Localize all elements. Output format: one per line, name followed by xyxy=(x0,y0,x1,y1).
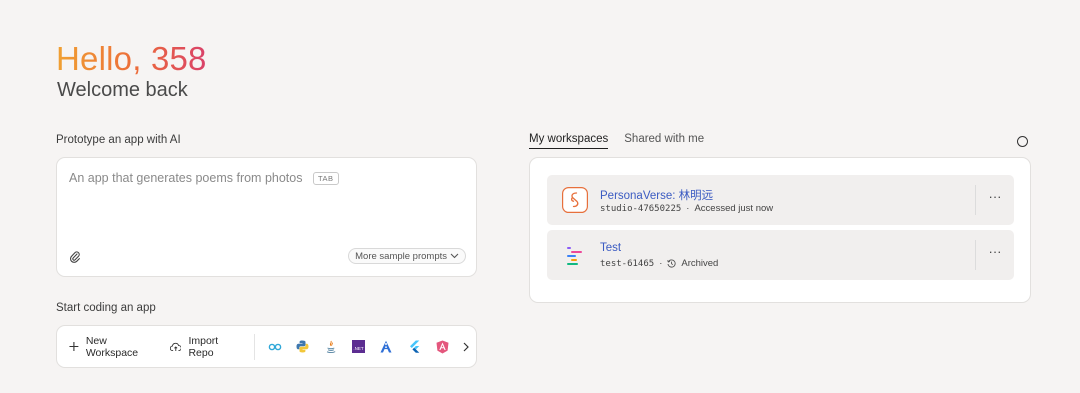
plus-icon xyxy=(69,342,79,351)
more-options-button[interactable]: ··· xyxy=(983,190,1007,210)
prompt-placeholder[interactable]: An app that generates poems from photos xyxy=(69,171,302,185)
import-repo-label: Import Repo xyxy=(188,334,219,359)
toolbar-divider xyxy=(253,333,255,360)
paperclip-icon[interactable] xyxy=(69,250,81,264)
chevron-down-icon xyxy=(450,253,459,259)
meta-separator: · xyxy=(659,258,663,269)
row-divider xyxy=(975,185,976,215)
workspace-meta: test-61465 · Archived xyxy=(600,258,718,269)
chevron-right-icon[interactable] xyxy=(456,332,476,362)
history-icon xyxy=(667,259,676,268)
new-workspace-label: New Workspace xyxy=(85,334,139,359)
angular-icon[interactable] xyxy=(428,332,456,362)
workspaces-panel: PersonaVerse: 林明远 studio-47650225 · Acce… xyxy=(529,157,1031,303)
tab-my-workspaces[interactable]: My workspaces xyxy=(529,133,609,149)
tab-hint-badge: TAB xyxy=(313,172,339,185)
row-divider xyxy=(975,240,976,270)
more-sample-prompts-label: More sample prompts xyxy=(355,250,447,262)
cloud-upload-icon xyxy=(169,342,182,351)
go-icon[interactable] xyxy=(261,332,289,362)
new-workspace-button[interactable]: New Workspace xyxy=(61,332,162,362)
persona-icon xyxy=(562,187,588,213)
welcome-subtitle: Welcome back xyxy=(57,79,188,101)
workspace-status: Accessed just now xyxy=(694,203,774,214)
workspace-id: test-61465 xyxy=(600,258,655,269)
tab-shared-with-me[interactable]: Shared with me xyxy=(624,133,704,149)
prompt-input-box[interactable]: An app that generates poems from photos … xyxy=(56,157,477,277)
import-repo-button[interactable]: Import Repo xyxy=(162,332,248,362)
workspace-row[interactable]: PersonaVerse: 林明远 studio-47650225 · Acce… xyxy=(547,175,1014,225)
flutter-icon[interactable] xyxy=(400,332,428,362)
workspace-meta: studio-47650225 · Accessed just now xyxy=(600,203,773,214)
python-icon[interactable] xyxy=(289,332,317,362)
circle-icon[interactable] xyxy=(1017,136,1028,147)
workspace-row[interactable]: Test test-61465 · Archived ··· xyxy=(547,230,1014,280)
workspace-name[interactable]: PersonaVerse: 林明远 xyxy=(600,187,713,203)
coding-toolbar: New Workspace Import Repo .NET xyxy=(56,325,477,368)
project-icon xyxy=(567,247,582,265)
java-icon[interactable] xyxy=(317,332,345,362)
more-options-button[interactable]: ··· xyxy=(983,245,1007,265)
dotnet-icon[interactable]: .NET xyxy=(345,332,373,362)
meta-separator: · xyxy=(686,203,690,214)
workspace-status: Archived xyxy=(681,258,719,269)
coding-label: Start coding an app xyxy=(56,302,156,314)
workspace-tabs: My workspaces Shared with me xyxy=(529,133,704,149)
workspace-id: studio-47650225 xyxy=(600,203,682,214)
greeting-title: Hello, 358 xyxy=(56,40,207,77)
prototype-label: Prototype an app with AI xyxy=(56,134,181,146)
workspace-name[interactable]: Test xyxy=(600,242,621,254)
angular-style-icon[interactable] xyxy=(372,332,400,362)
more-sample-prompts-button[interactable]: More sample prompts xyxy=(348,248,466,264)
